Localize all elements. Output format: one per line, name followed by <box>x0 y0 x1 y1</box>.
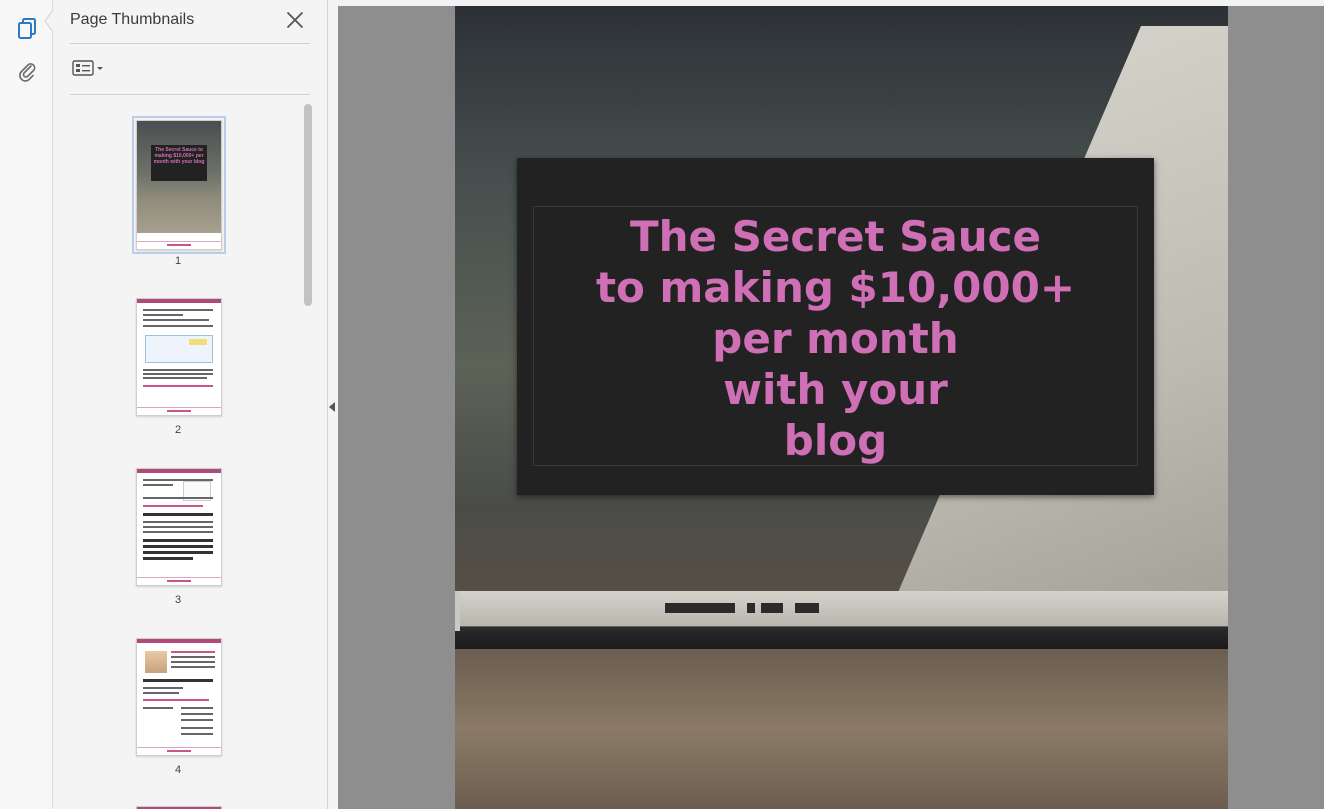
document-page-1: The Secret Sauce to making $10,000+ per … <box>455 6 1228 809</box>
thumbnail-text-line <box>171 666 215 668</box>
thumbnail-text-line <box>143 692 179 694</box>
thumbnail-text-line <box>143 707 173 709</box>
thumbnail-cover-text: The Secret Sauce to making $10,000+ per … <box>153 147 205 165</box>
thumbnail-text-line <box>143 526 213 528</box>
thumbnail-text-line <box>143 484 173 486</box>
document-viewer[interactable]: The Secret Sauce to making $10,000+ per … <box>338 6 1324 809</box>
page-thumbnail-3[interactable] <box>136 468 222 586</box>
thumbnail-text-line <box>181 727 213 729</box>
page-number-2: 2 <box>174 424 182 436</box>
close-panel-button[interactable] <box>284 9 306 31</box>
left-tool-rail <box>0 0 54 809</box>
thumbnail-highlight <box>189 339 207 345</box>
page-thumbnails-icon[interactable] <box>16 18 38 40</box>
thumbnail-text-line <box>181 713 213 715</box>
collapse-arrow-icon <box>329 402 335 412</box>
thumbnail-link-line <box>143 505 203 507</box>
cover-title: The Secret Sauce to making $10,000+ per … <box>517 211 1154 466</box>
thumbnail-text-line <box>143 497 213 499</box>
cover-title-line-1: The Secret Sauce <box>629 212 1042 261</box>
thumbnail-link-line <box>143 699 209 701</box>
thumbnail-bold-line <box>143 679 213 682</box>
thumbnail-header-band <box>137 299 221 303</box>
thumbnail-bold-line <box>143 545 213 548</box>
thumbnail-text-line <box>143 319 209 321</box>
thumbnail-text-line <box>143 377 207 379</box>
thumbnail-text-line <box>143 314 183 316</box>
thumbnail-text-line <box>143 687 183 689</box>
thumbnail-footer-line <box>137 241 221 242</box>
page-thumbnails-panel: Page Thumbnails The Secret Sauce to maki… <box>53 0 328 809</box>
page-thumbnail-1[interactable]: The Secret Sauce to making $10,000+ per … <box>132 116 226 254</box>
attachments-icon[interactable] <box>16 60 38 82</box>
thumbnail-text-line <box>181 733 213 735</box>
thumbnail-footer-text <box>167 580 191 582</box>
thumbnail-text-line <box>181 719 213 721</box>
cover-title-box: The Secret Sauce to making $10,000+ per … <box>517 158 1154 495</box>
thumbnail-bold-line <box>143 513 213 516</box>
page-thumbnail-2[interactable] <box>136 298 222 416</box>
laptop-port <box>795 603 819 613</box>
panel-header: Page Thumbnails <box>70 9 310 44</box>
thumbnail-text-line <box>143 325 213 327</box>
cover-title-line-2: to making $10,000+ <box>595 263 1076 312</box>
thumbnail-text-line <box>171 656 215 658</box>
thumbnail-text-line <box>143 373 213 375</box>
thumbnail-footer-line <box>137 577 221 578</box>
cover-title-line-5: blog <box>783 416 888 465</box>
thumbnail-options-button[interactable] <box>72 58 106 78</box>
thumbnail-footer-text <box>167 244 191 246</box>
laptop-port <box>761 603 783 613</box>
thumbnail-options-icon <box>72 60 103 76</box>
page-edge-highlight <box>455 591 460 631</box>
thumbnail-footer-line <box>137 747 221 748</box>
page-thumbnail-4[interactable] <box>136 638 222 756</box>
thumbnail-text-line <box>181 707 213 709</box>
laptop-port <box>747 603 755 613</box>
thumbnail-toolbar <box>70 44 310 95</box>
thumbnail-bold-line <box>143 551 213 554</box>
scrollbar-thumb[interactable] <box>304 104 312 306</box>
close-icon <box>287 12 303 28</box>
thumbnail-text-line <box>171 661 215 663</box>
page-number-4: 4 <box>174 764 182 776</box>
thumbnail-link-line <box>143 385 213 387</box>
thumbnail-scrollbar[interactable] <box>304 104 312 804</box>
thumbnail-footer-text <box>167 750 191 752</box>
thumbnail-link-line <box>171 651 215 653</box>
thumbnail-text-line <box>143 521 213 523</box>
page-number-1: 1 <box>174 255 182 267</box>
page-number-3: 3 <box>174 594 182 606</box>
laptop-base-photo <box>455 591 1228 649</box>
thumbnail-bold-line <box>143 557 193 560</box>
laptop-port <box>665 603 735 613</box>
panel-title: Page Thumbnails <box>70 11 195 28</box>
wooden-table-photo <box>455 649 1228 809</box>
cover-title-line-3: per month <box>712 314 959 363</box>
thumbnail-footer-text <box>167 410 191 412</box>
thumbnail-header-band <box>137 639 221 643</box>
thumbnail-footer-line <box>137 407 221 408</box>
thumbnail-text-line <box>143 309 213 311</box>
thumbnail-header-band <box>137 469 221 473</box>
thumbnail-text-line <box>143 369 213 371</box>
thumbnail-text-line <box>143 531 213 533</box>
thumbnail-list: The Secret Sauce to making $10,000+ per … <box>70 100 302 809</box>
collapse-panel-handle[interactable] <box>327 397 337 417</box>
thumbnail-author-photo <box>145 651 167 673</box>
cover-title-line-4: with your <box>723 365 948 414</box>
thumbnail-bold-line <box>143 539 213 542</box>
